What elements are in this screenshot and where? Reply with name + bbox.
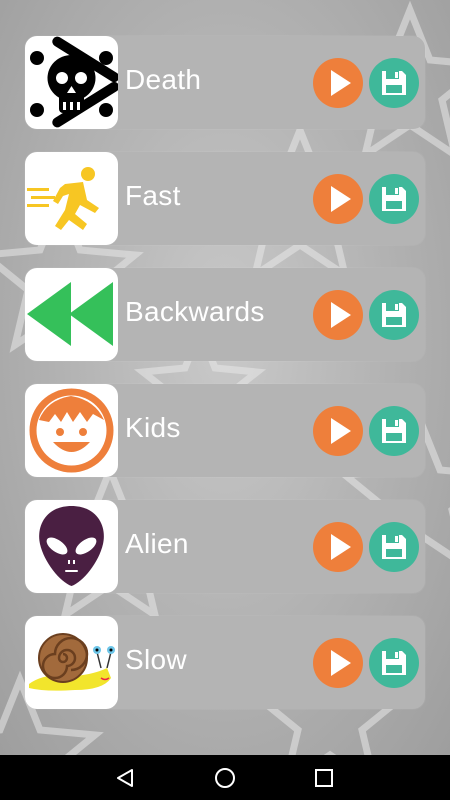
effect-row-alien[interactable]: Alien — [25, 500, 425, 593]
running-man-icon — [25, 152, 118, 245]
home-circle-icon — [215, 768, 235, 788]
play-button[interactable] — [313, 174, 363, 224]
play-icon — [331, 418, 351, 444]
play-icon — [331, 302, 351, 328]
alien-face-icon — [25, 500, 118, 593]
effect-label: Fast — [125, 180, 181, 211]
play-button[interactable] — [313, 58, 363, 108]
save-button[interactable] — [369, 638, 419, 688]
snail-icon — [25, 616, 118, 709]
effect-label: Alien — [125, 528, 189, 559]
effect-row-kids[interactable]: Kids — [25, 384, 425, 477]
recents-button[interactable] — [309, 763, 339, 793]
recents-square-icon — [315, 769, 333, 787]
save-button[interactable] — [369, 290, 419, 340]
rewind-icon — [25, 268, 118, 361]
floppy-save-icon — [382, 535, 406, 559]
effect-label: Death — [125, 64, 202, 95]
effect-row-fast[interactable]: Fast — [25, 152, 425, 245]
play-icon — [331, 70, 351, 96]
skull-crossbones-icon — [25, 36, 118, 129]
floppy-save-icon — [382, 71, 406, 95]
save-button[interactable] — [369, 522, 419, 572]
floppy-save-icon — [382, 303, 406, 327]
play-button[interactable] — [313, 638, 363, 688]
effect-row-death[interactable]: Death — [25, 36, 425, 129]
play-icon — [331, 650, 351, 676]
effect-row-backwards[interactable]: Backwards — [25, 268, 425, 361]
play-icon — [331, 534, 351, 560]
back-triangle-icon — [117, 769, 133, 787]
play-button[interactable] — [313, 406, 363, 456]
home-button[interactable] — [210, 763, 240, 793]
floppy-save-icon — [382, 651, 406, 675]
play-button[interactable] — [313, 522, 363, 572]
effect-row-slow[interactable]: Slow — [25, 616, 425, 709]
effect-label: Kids — [125, 412, 181, 443]
kid-face-icon — [25, 384, 118, 477]
android-navigation-bar — [0, 755, 450, 800]
effect-label: Backwards — [125, 296, 265, 327]
floppy-save-icon — [382, 187, 406, 211]
effect-label: Slow — [125, 644, 187, 675]
save-button[interactable] — [369, 174, 419, 224]
play-button[interactable] — [313, 290, 363, 340]
play-icon — [331, 186, 351, 212]
save-button[interactable] — [369, 406, 419, 456]
floppy-save-icon — [382, 419, 406, 443]
save-button[interactable] — [369, 58, 419, 108]
back-button[interactable] — [110, 763, 140, 793]
